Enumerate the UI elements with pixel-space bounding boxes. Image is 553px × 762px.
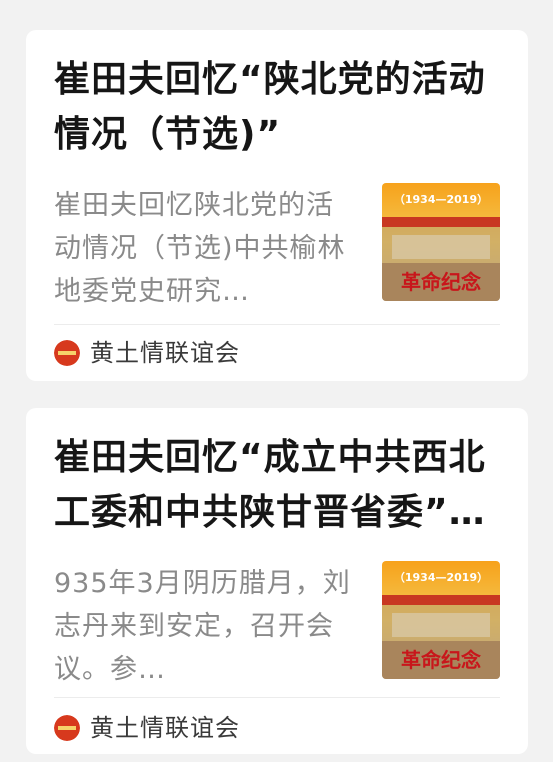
article-body: 935年3月阴历腊月，刘志丹来到安定，召开会议。参… （1934—2019） 革… [54, 561, 500, 692]
article-body: 崔田夫回忆陕北党的活动情况（节选)中共榆林地委党史研究… （1934—2019）… [54, 183, 500, 314]
source-avatar [54, 715, 80, 741]
card-divider [54, 324, 500, 325]
thumbnail-year-text: （1934—2019） [394, 571, 488, 584]
card-divider [54, 697, 500, 698]
article-summary: 崔田夫回忆陕北党的活动情况（节选)中共榆林地委党史研究… [54, 190, 346, 307]
source-name: 黄土情联谊会 [90, 339, 240, 367]
thumbnail-banner-text: 革命纪念 [401, 270, 481, 294]
thumbnail-year-text: （1934—2019） [394, 193, 488, 206]
source-avatar [54, 340, 80, 366]
article-source[interactable]: 黄土情联谊会 [54, 711, 240, 745]
article-thumbnail[interactable]: （1934—2019） 革命纪念 [382, 561, 500, 679]
article-source[interactable]: 黄土情联谊会 [54, 336, 240, 370]
thumbnail-banner-text: 革命纪念 [401, 648, 481, 672]
article-title[interactable]: 崔田夫回忆“成立中共西北工委和中共陕甘晋省委”… [54, 408, 500, 540]
article-card[interactable]: 崔田夫回忆“成立中共西北工委和中共陕甘晋省委”… 935年3月阴历腊月，刘志丹来… [26, 408, 528, 754]
article-card[interactable]: 崔田夫回忆“陕北党的活动情况（节选)” 崔田夫回忆陕北党的活动情况（节选)中共榆… [26, 30, 528, 381]
article-thumbnail[interactable]: （1934—2019） 革命纪念 [382, 183, 500, 301]
thumbnail-image: （1934—2019） 革命纪念 [382, 183, 500, 301]
source-name: 黄土情联谊会 [90, 714, 240, 742]
article-title[interactable]: 崔田夫回忆“陕北党的活动情况（节选)” [54, 30, 500, 162]
article-summary: 935年3月阴历腊月，刘志丹来到安定，召开会议。参… [54, 568, 351, 685]
thumbnail-image: （1934—2019） 革命纪念 [382, 561, 500, 679]
